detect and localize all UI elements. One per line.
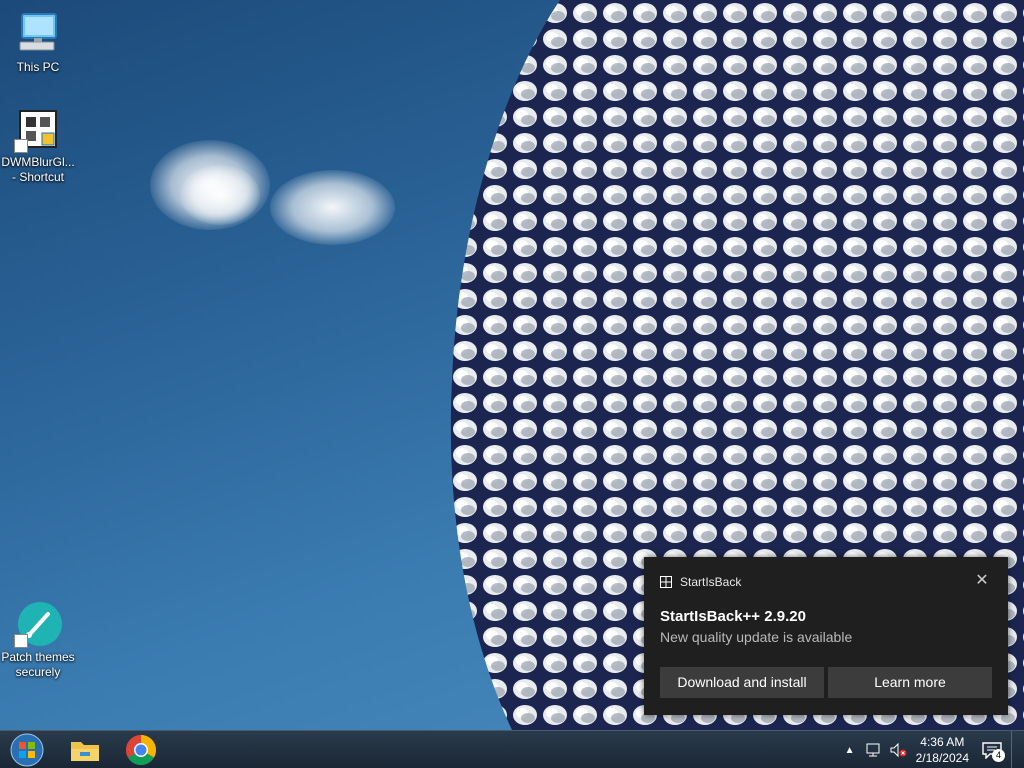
volume-muted-icon[interactable] xyxy=(888,740,908,760)
windows-start-orb-icon xyxy=(10,733,44,767)
start-button[interactable] xyxy=(6,733,48,767)
desktop-icon-label: This PC xyxy=(16,60,60,74)
show-desktop-button[interactable] xyxy=(1011,731,1024,768)
notification-toast[interactable]: StartIsBack ✕ StartIsBack++ 2.9.20 New q… xyxy=(644,557,1008,715)
close-icon[interactable]: ✕ xyxy=(974,573,990,589)
shortcut-arrow-icon xyxy=(14,139,28,153)
shortcut-arrow-icon xyxy=(14,634,28,648)
taskbar-chrome[interactable] xyxy=(120,733,162,767)
learn-more-button[interactable]: Learn more xyxy=(828,667,992,698)
taskbar: ▲ 4:36 AM 2/18/2024 4 xyxy=(0,730,1024,768)
notification-title: StartIsBack++ 2.9.20 xyxy=(660,608,806,625)
action-center-icon[interactable]: 4 xyxy=(979,740,1005,762)
computer-icon xyxy=(14,10,62,58)
brush-icon xyxy=(14,600,62,648)
desktop-icon-label: Patch themes securely xyxy=(1,650,75,679)
desktop-icon-patch-themes[interactable]: Patch themes securely xyxy=(0,600,76,680)
notification-app-row: StartIsBack xyxy=(660,575,741,589)
desktop-icon-label: DWMBlurGl... - Shortcut xyxy=(1,155,75,184)
folder-icon xyxy=(71,742,99,761)
chrome-icon xyxy=(125,735,157,766)
desktop-icon-dwmblur-shortcut[interactable]: DWMBlurGl... - Shortcut xyxy=(0,105,76,185)
network-icon[interactable] xyxy=(864,740,884,760)
system-tray: ▲ 4:36 AM 2/18/2024 4 xyxy=(840,731,1024,768)
notification-message: New quality update is available xyxy=(660,629,853,645)
clock[interactable]: 4:36 AM 2/18/2024 xyxy=(916,734,969,766)
download-and-install-button[interactable]: Download and install xyxy=(660,667,824,698)
app-shortcut-icon xyxy=(14,105,62,153)
chevron-up-icon[interactable]: ▲ xyxy=(840,740,860,760)
notification-count-badge: 4 xyxy=(992,749,1005,762)
clock-date: 2/18/2024 xyxy=(915,751,969,765)
desktop-icon-this-pc[interactable]: This PC xyxy=(0,10,76,75)
clock-time: 4:36 AM xyxy=(920,735,965,749)
taskbar-file-explorer[interactable] xyxy=(64,733,106,767)
notification-app-name: StartIsBack xyxy=(680,575,742,589)
startisback-app-icon xyxy=(660,576,672,588)
